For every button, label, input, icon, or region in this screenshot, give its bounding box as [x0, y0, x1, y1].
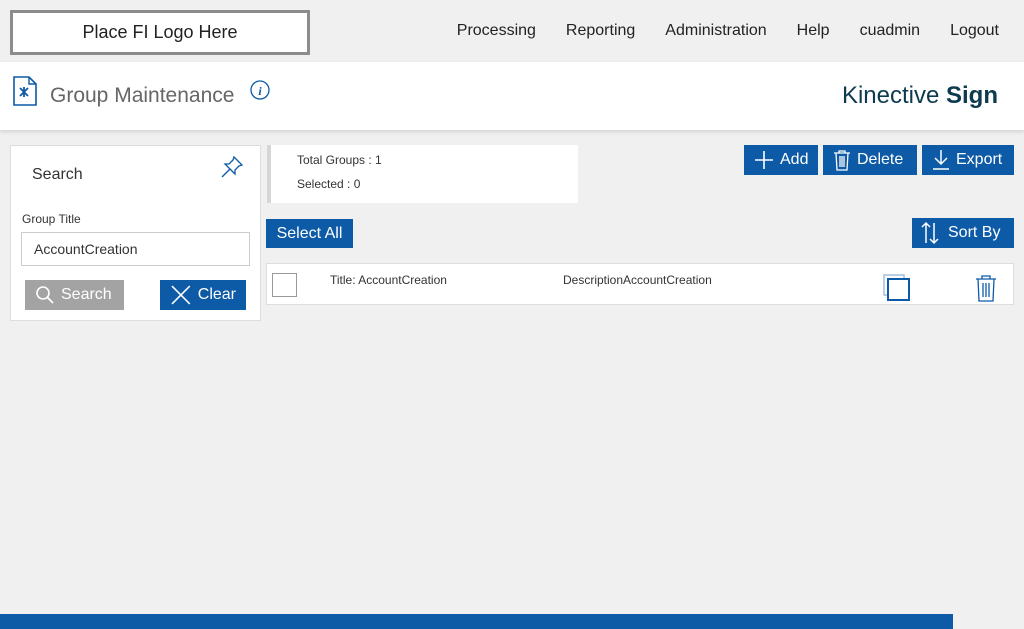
download-icon [933, 150, 949, 170]
total-groups: Total Groups : 1 [297, 153, 382, 167]
page-title: Group Maintenance [50, 84, 235, 107]
brand-logo: Kinective Sign [842, 82, 998, 110]
trash-icon [834, 150, 850, 171]
main-nav: Processing Reporting Administration Help… [457, 22, 999, 40]
group-title-label: Group Title [22, 212, 81, 226]
row-title: Title: AccountCreation [330, 273, 447, 287]
sort-by-button[interactable]: Sort By [912, 218, 1014, 248]
sort-icon [921, 221, 939, 245]
brand-light: Kinective [841, 82, 946, 109]
group-title-input[interactable] [21, 232, 250, 266]
brand-bold: Sign [946, 82, 998, 109]
page-header: Group Maintenance i Kinective Sign [0, 62, 1024, 130]
svg-text:i: i [258, 84, 262, 98]
pin-icon[interactable] [219, 154, 245, 180]
search-button-label: Search [61, 286, 112, 303]
nav-administration[interactable]: Administration [665, 22, 766, 40]
search-button[interactable]: Search [25, 280, 124, 310]
plus-icon [755, 151, 773, 169]
close-icon [171, 285, 191, 305]
add-button-label: Add [780, 151, 809, 168]
table-row: Title: AccountCreation DescriptionAccoun… [266, 263, 1014, 305]
clear-button[interactable]: Clear [160, 280, 246, 310]
row-checkbox[interactable] [272, 273, 297, 297]
copy-icon[interactable] [883, 274, 911, 302]
document-edit-icon [13, 76, 37, 106]
nav-user[interactable]: cuadmin [860, 22, 920, 40]
footer-bar [0, 614, 953, 629]
nav-reporting[interactable]: Reporting [566, 22, 635, 40]
select-all-button[interactable]: Select All [266, 219, 353, 248]
add-button[interactable]: Add [744, 145, 818, 175]
row-description: DescriptionAccountCreation [563, 273, 712, 287]
sort-by-label: Sort By [948, 224, 1001, 241]
nav-logout[interactable]: Logout [950, 22, 999, 40]
export-button[interactable]: Export [922, 145, 1014, 175]
logo-text: Place FI Logo Here [82, 22, 238, 42]
selected-count: Selected : 0 [297, 177, 361, 191]
row-delete-icon[interactable] [974, 274, 998, 302]
nav-processing[interactable]: Processing [457, 22, 536, 40]
clear-button-label: Clear [197, 286, 236, 303]
top-bar: Place FI Logo Here Processing Reporting … [0, 0, 1024, 62]
export-button-label: Export [956, 151, 1003, 168]
search-icon [36, 286, 54, 304]
search-heading: Search [32, 166, 83, 183]
delete-button-label: Delete [857, 151, 904, 168]
info-icon[interactable]: i [250, 80, 270, 100]
delete-button[interactable]: Delete [823, 145, 917, 175]
search-panel: Search Group Title Search Clear [10, 145, 261, 321]
group-stats: Total Groups : 1 Selected : 0 [267, 145, 578, 203]
nav-help[interactable]: Help [797, 22, 830, 40]
fi-logo-placeholder: Place FI Logo Here [10, 10, 310, 55]
